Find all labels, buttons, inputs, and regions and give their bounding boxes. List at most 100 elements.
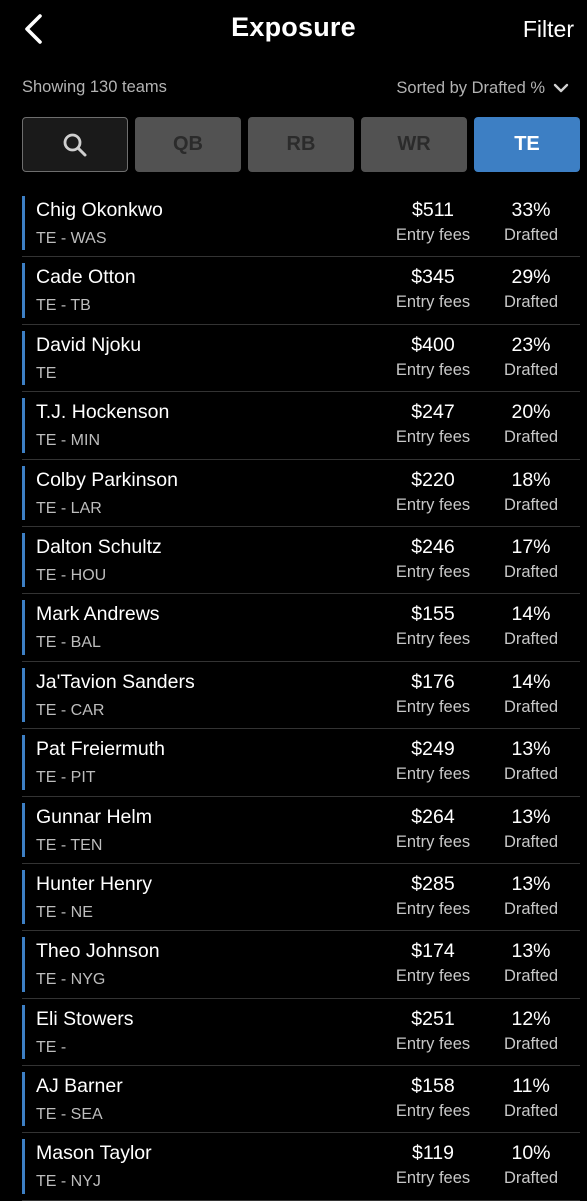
player-name: Hunter Henry [36, 872, 152, 895]
row-accent-bar [22, 869, 25, 925]
player-position: TE - NYJ [36, 1173, 101, 1191]
drafted-percent-value: 33% [511, 199, 551, 221]
row-accent-bar [22, 937, 25, 992]
drafted-label: Drafted [503, 226, 559, 244]
entry-fees-value: $285 [411, 872, 455, 895]
drafted-label: Drafted [503, 967, 559, 986]
player-row[interactable]: Ja'Tavion Sanders TE - CAR $176 Entry fees 1… [22, 662, 580, 730]
drafted-percent-value: 20% [511, 401, 551, 424]
row-accent-bar [22, 802, 25, 857]
entry-fees-value: $220 [411, 468, 455, 491]
player-position: TE - TEN [36, 836, 103, 854]
player-position: TE - NYG [36, 971, 106, 989]
player-position: TE - TB [36, 297, 91, 315]
top-nav-bar: Exposure Filter [0, 0, 587, 62]
player-name: Dalton Schultz [36, 535, 162, 558]
row-accent-bar [22, 263, 25, 318]
player-row[interactable]: T.J. Hockenson TE - MIN $247 Entry fees 20% D… [22, 392, 580, 460]
player-position: TE - SEA [36, 1106, 103, 1124]
drafted-label: Drafted [503, 562, 559, 581]
player-row[interactable]: David Njoku TE $400 Entry fees 23% Drafted [22, 325, 580, 393]
player-row[interactable]: Dalton Schultz TE - HOU $246 Entry fees 17% D… [22, 527, 580, 595]
drafted-label: Drafted [503, 495, 559, 514]
player-row[interactable]: AJ Barner TE - SEA $158 Entry fees 11% Drafte… [22, 1066, 580, 1134]
tab-qb[interactable]: QB [135, 117, 241, 172]
entry-fees-label: Entry fees [395, 226, 471, 244]
entry-fees-value: $155 [411, 603, 455, 626]
drafted-percent-value: 12% [511, 1007, 551, 1030]
drafted-label: Drafted [503, 360, 559, 379]
entry-fees-label: Entry fees [395, 293, 471, 312]
player-name: Chig Okonkwo [36, 199, 163, 221]
entry-fees-label: Entry fees [395, 765, 471, 784]
entry-fees-label: Entry fees [395, 428, 471, 447]
filter-button[interactable]: Filter [523, 16, 574, 43]
entry-fees-value: $251 [411, 1007, 455, 1030]
entry-fees-value: $511 [412, 199, 454, 221]
player-row[interactable]: Pat Freiermuth TE - PIT $249 Entry fees 13% D… [22, 729, 580, 797]
entry-fees-value: $119 [412, 1142, 454, 1165]
drafted-percent-value: 10% [511, 1142, 551, 1165]
player-position: TE - PIT [36, 769, 96, 787]
player-position: TE - [36, 1038, 67, 1056]
row-accent-bar [22, 600, 25, 655]
drafted-label: Drafted [503, 899, 559, 918]
drafted-percent-value: 11% [512, 1075, 550, 1098]
player-position: TE - CAR [36, 701, 105, 719]
row-accent-bar [22, 1072, 25, 1127]
entry-fees-label: Entry fees [395, 495, 471, 514]
drafted-label: Drafted [503, 1102, 559, 1121]
player-row[interactable]: Gunnar Helm TE - TEN $264 Entry fees 13% Draf… [22, 797, 580, 864]
player-name: Mason Taylor [36, 1142, 152, 1165]
entry-fees-label: Entry fees [395, 562, 471, 581]
drafted-percent-value: 17% [511, 535, 551, 558]
list-summary: Showing 130 teams Sorted by Drafted % [22, 78, 571, 102]
player-name: AJ Barner [36, 1075, 123, 1098]
player-name: T.J. Hockenson [36, 401, 170, 424]
player-row[interactable]: Colby Parkinson TE - LAR $220 Entry fees 18%… [22, 460, 580, 527]
entry-fees-value: $174 [411, 940, 455, 963]
player-name: Mark Andrews [36, 603, 160, 626]
drafted-label: Drafted [503, 765, 559, 784]
entry-fees-label: Entry fees [395, 1034, 471, 1053]
drafted-percent-value: 13% [511, 940, 551, 963]
entry-fees-label: Entry fees [395, 967, 471, 986]
player-list: Chig Okonkwo TE - WAS $511 Entry fees 33% Dra… [22, 190, 580, 1201]
page-title: Exposure [231, 12, 356, 42]
row-accent-bar [22, 330, 25, 386]
row-accent-bar [22, 465, 25, 520]
player-name: Ja'Tavion Sanders [36, 670, 195, 693]
drafted-label: Drafted [503, 697, 559, 716]
drafted-percent-value: 13% [511, 738, 551, 761]
sort-label: Sorted by Drafted % [396, 78, 545, 97]
entry-fees-label: Entry fees [395, 630, 471, 649]
entry-fees-value: $345 [411, 266, 455, 289]
row-accent-bar [22, 1004, 25, 1060]
drafted-label: Drafted [503, 832, 559, 851]
drafted-percent-value: 14% [511, 670, 551, 693]
tab-rb[interactable]: RB [248, 117, 354, 172]
tab-te[interactable]: TE [474, 117, 580, 172]
player-row[interactable]: Theo Johnson TE - NYG $174 Entry fees 13% Dra… [22, 931, 580, 999]
player-row[interactable]: Eli Stowers TE - $251 Entry fees 12% Drafted [22, 999, 580, 1067]
tab-wr[interactable]: WR [361, 117, 467, 172]
player-row[interactable]: Mason Taylor TE - NYJ $119 Entry fees 10% Dra… [22, 1133, 580, 1201]
drafted-percent-value: 29% [511, 266, 551, 289]
entry-fees-value: $249 [411, 738, 455, 761]
drafted-label: Drafted [503, 1169, 559, 1188]
chevron-down-icon [553, 83, 569, 93]
player-row[interactable]: Cade Otton TE - TB $345 Entry fees 29% Drafte… [22, 257, 580, 325]
search-icon [63, 133, 87, 156]
drafted-percent-value: 23% [511, 333, 551, 356]
drafted-label: Drafted [503, 428, 559, 447]
position-filter-bar: QB RB WR TE [22, 117, 580, 174]
player-row[interactable]: Mark Andrews TE - BAL $155 Entry fees 14% Dra… [22, 594, 580, 662]
player-position: TE - MIN [36, 432, 100, 450]
player-row[interactable]: Chig Okonkwo TE - WAS $511 Entry fees 33% Dra… [22, 190, 580, 258]
drafted-percent-value: 14% [511, 603, 551, 626]
drafted-percent-value: 13% [511, 805, 551, 828]
search-button[interactable] [22, 117, 128, 172]
player-row[interactable]: Hunter Henry TE - NE $285 Entry fees 13% Draf… [22, 864, 580, 932]
drafted-percent-value: 18% [511, 468, 551, 491]
sort-dropdown[interactable]: Sorted by Drafted % [396, 78, 571, 98]
